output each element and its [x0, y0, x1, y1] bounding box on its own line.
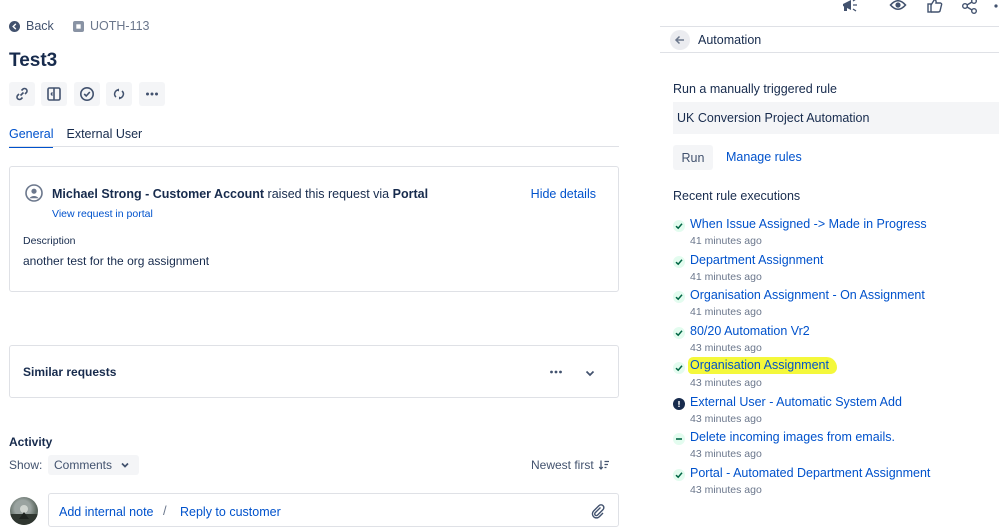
raised-text: raised this request via [267, 187, 390, 201]
activity-filter-value: Comments [54, 458, 113, 472]
more-icon[interactable] [548, 364, 564, 380]
success-check-icon [673, 220, 685, 232]
execution-rule-link[interactable]: Organisation Assignment [688, 357, 837, 374]
sort-order-button[interactable]: Newest first [531, 458, 610, 472]
sort-icon [598, 459, 610, 471]
success-check-icon [673, 469, 685, 481]
show-label: Show: [9, 458, 43, 472]
chevron-down-icon[interactable] [584, 367, 596, 379]
view-in-portal-link[interactable]: View request in portal [52, 208, 153, 220]
success-check-icon [673, 362, 685, 374]
execution-time: 43 minutes ago [690, 342, 762, 354]
refresh-button[interactable] [106, 82, 132, 106]
run-button[interactable]: Run [673, 145, 713, 170]
chevron-down-icon [120, 460, 130, 470]
success-check-icon [673, 291, 685, 303]
execution-time: 41 minutes ago [690, 235, 762, 247]
execution-rule-link[interactable]: Department Assignment [690, 253, 823, 267]
more-actions-button[interactable] [139, 82, 165, 106]
execution-time: 43 minutes ago [690, 377, 762, 389]
execution-time: 43 minutes ago [690, 484, 762, 496]
execution-rule-link[interactable]: Portal - Automated Department Assignment [690, 466, 930, 480]
tab-bar: General External User [9, 127, 142, 148]
recent-executions-label: Recent rule executions [673, 189, 801, 203]
execution-item-highlighted: Organisation Assignment 43 minutes ago [673, 357, 993, 393]
description-label: Description [23, 235, 76, 247]
link-icon [14, 86, 30, 102]
reply-to-customer-button[interactable]: Reply to customer [180, 505, 281, 519]
automation-header: Automation [660, 26, 999, 53]
watch-eye-icon[interactable] [889, 0, 907, 14]
run-rule-label: Run a manually triggered rule [673, 82, 837, 96]
execution-rule-link[interactable]: 80/20 Automation Vr2 [690, 324, 810, 338]
comment-box: Add internal note / Reply to customer [48, 493, 619, 527]
sort-label: Newest first [531, 458, 594, 472]
more-icon [144, 86, 160, 102]
tabs-divider [9, 146, 619, 147]
split-view-button[interactable] [41, 82, 67, 106]
check-circle-icon [79, 86, 95, 102]
split-icon [46, 86, 62, 102]
share-icon[interactable] [961, 0, 979, 14]
execution-time: 43 minutes ago [690, 448, 762, 460]
rule-select[interactable]: UK Conversion Project Automation [673, 102, 999, 134]
reporter-line: Michael Strong - Customer Account raised… [52, 187, 428, 201]
user-avatar-icon [25, 184, 43, 202]
no-actions-icon [673, 433, 685, 445]
back-link[interactable]: Back [9, 19, 54, 33]
execution-rule-link[interactable]: Organisation Assignment - On Assignment [690, 288, 925, 302]
execution-item: External User - Automatic System Add 43 … [673, 395, 993, 429]
success-check-icon [673, 256, 685, 268]
execution-time: 41 minutes ago [690, 271, 762, 283]
error-icon [673, 398, 685, 410]
refresh-icon [111, 86, 127, 102]
request-type-icon [73, 20, 84, 32]
execution-item: Department Assignment 41 minutes ago [673, 253, 993, 287]
execution-rule-link[interactable]: Delete incoming images from emails. [690, 430, 895, 444]
more-icon[interactable] [993, 3, 999, 9]
attachment-icon[interactable] [590, 503, 606, 519]
similar-requests-title: Similar requests [23, 365, 117, 379]
page-title: Test3 [9, 50, 58, 71]
execution-item: 80/20 Automation Vr2 43 minutes ago [673, 324, 993, 358]
success-check-icon [673, 327, 685, 339]
arrow-left-icon [9, 20, 20, 32]
resolve-button[interactable] [74, 82, 100, 106]
add-internal-note-button[interactable]: Add internal note [59, 505, 154, 519]
thumbs-up-icon[interactable] [926, 0, 944, 14]
tab-general[interactable]: General [9, 127, 54, 148]
issue-key: UOTH-113 [90, 19, 150, 33]
execution-rule-link[interactable]: When Issue Assigned -> Made in Progress [690, 217, 927, 231]
execution-item: Delete incoming images from emails. 43 m… [673, 430, 993, 464]
request-channel: Portal [392, 187, 429, 201]
execution-item: When Issue Assigned -> Made in Progress … [673, 217, 993, 251]
tab-external-user[interactable]: External User [66, 127, 142, 148]
arrow-left-icon[interactable] [670, 29, 690, 50]
execution-rule-link[interactable]: External User - Automatic System Add [690, 395, 902, 409]
execution-time: 43 minutes ago [690, 413, 762, 425]
description-text: another test for the org assignment [23, 254, 210, 268]
feedback-megaphone-icon[interactable] [841, 0, 859, 14]
manage-rules-link[interactable]: Manage rules [726, 150, 802, 164]
issue-key-link[interactable]: UOTH-113 [73, 19, 150, 33]
rule-select-value: UK Conversion Project Automation [677, 111, 870, 125]
automation-title: Automation [698, 32, 762, 47]
execution-item: Portal - Automated Department Assignment… [673, 466, 993, 500]
link-issue-button[interactable] [9, 82, 35, 106]
hide-details-link[interactable]: Hide details [531, 187, 596, 201]
execution-time: 41 minutes ago [690, 306, 762, 318]
reporter-name[interactable]: Michael Strong - Customer Account [52, 187, 264, 201]
current-user-avatar [10, 497, 38, 525]
activity-filter-select[interactable]: Comments [48, 455, 140, 475]
execution-item: Organisation Assignment - On Assignment … [673, 288, 993, 322]
similar-requests-card[interactable]: Similar requests [9, 345, 619, 398]
activity-title: Activity [9, 435, 53, 449]
back-label: Back [26, 19, 54, 33]
separator: / [163, 503, 167, 518]
request-details-card: Michael Strong - Customer Account raised… [9, 166, 619, 292]
